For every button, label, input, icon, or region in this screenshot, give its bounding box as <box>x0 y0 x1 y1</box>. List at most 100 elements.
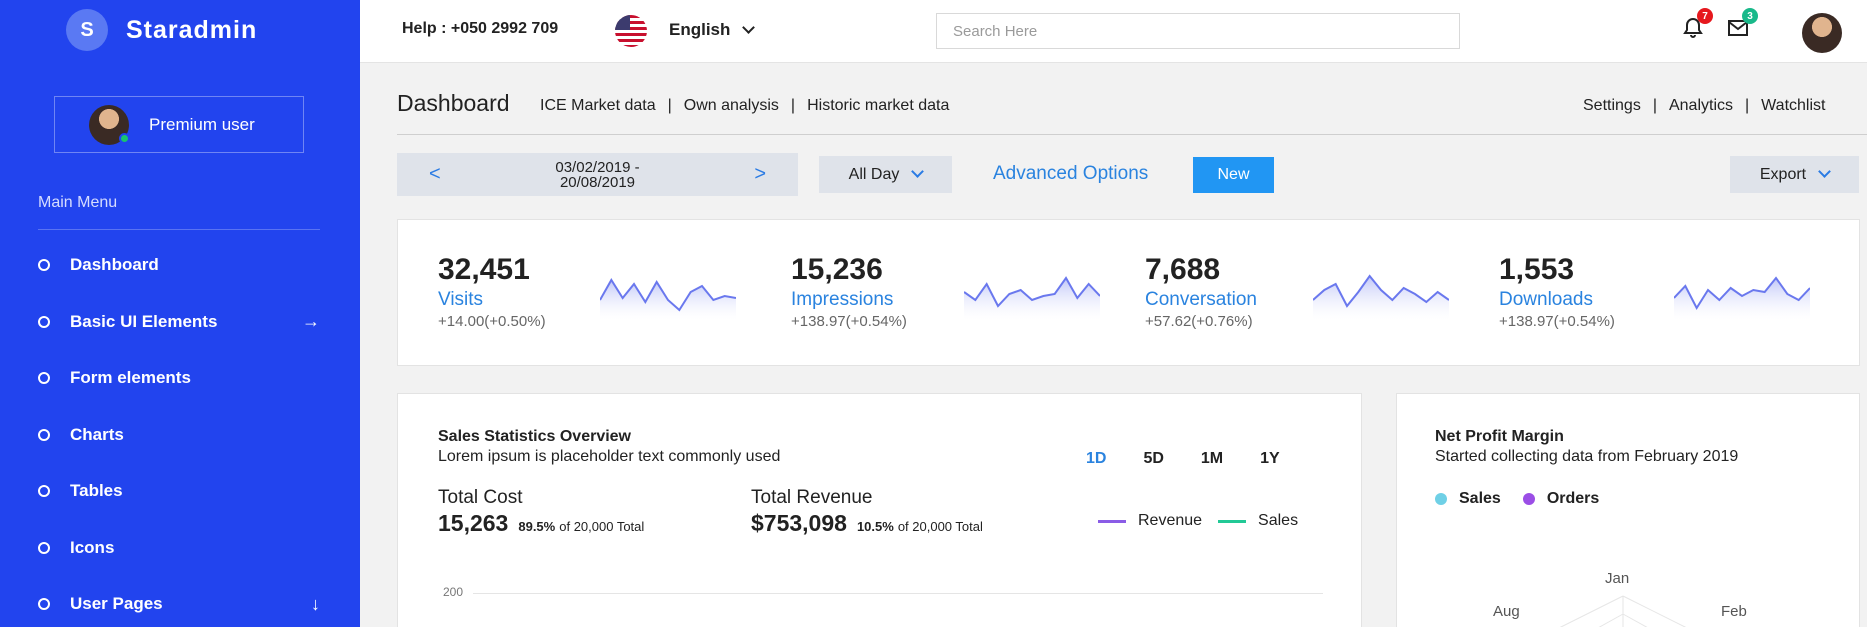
sidebar-item-icons[interactable]: Icons <box>38 520 320 577</box>
stat-conversation: 7,688 Conversation +57.62(+0.76%) <box>1145 253 1257 330</box>
avatar <box>89 104 130 145</box>
stat-value: 15,236 <box>791 253 883 286</box>
chevron-left-icon[interactable]: < <box>429 163 441 186</box>
messages-button[interactable]: 3 <box>1726 8 1758 40</box>
stats-card: 32,451 Visits +14.00(+0.50%) 15,236 Impr… <box>397 219 1860 366</box>
radar-label-feb: Feb <box>1721 603 1747 620</box>
revenue-legend-line <box>1098 519 1126 523</box>
stat-impressions: 15,236 Impressions +138.97(+0.54%) <box>791 253 907 330</box>
user-avatar[interactable] <box>1802 13 1842 53</box>
card-subtitle: Lorem ipsum is placeholder text commonly… <box>438 448 781 465</box>
arrow-down-icon: ↓ <box>311 593 320 614</box>
total-revenue: Total Revenue $753,098 10.5% of 20,000 T… <box>751 487 983 537</box>
sidebar-item-label: Dashboard <box>70 255 159 275</box>
circle-icon <box>38 598 50 611</box>
sparkline-downloads <box>1674 276 1810 320</box>
sidebar-item-label: User Pages <box>70 594 163 614</box>
sidebar-item-dashboard[interactable]: Dashboard <box>38 237 320 294</box>
user-name: Premium user <box>149 114 255 134</box>
link-analytics[interactable]: Analytics <box>1669 97 1733 115</box>
sidebar-item-label: Form elements <box>70 368 191 388</box>
sales-legend-line <box>1218 519 1247 523</box>
stat-visits: 32,451 Visits +14.00(+0.50%) <box>438 253 546 330</box>
total-cost: Total Cost 15,263 89.5% of 20,000 Total <box>438 487 644 537</box>
sidebar-menu: Dashboard Basic UI Elements → Form elemen… <box>38 237 320 627</box>
range-tab-1y[interactable]: 1Y <box>1260 450 1280 468</box>
radar-label-jan: Jan <box>1605 570 1630 587</box>
circle-icon <box>38 259 50 272</box>
header-links: ICE Market data | Own analysis | Histori… <box>540 97 949 115</box>
date-range-label[interactable]: 03/02/2019 - 20/08/2019 <box>533 160 663 190</box>
sidebar-item-label: Basic UI Elements <box>70 311 218 331</box>
advanced-options-link[interactable]: Advanced Options <box>993 163 1148 185</box>
legend-revenue: Revenue <box>1138 512 1203 529</box>
link-historic-market-data[interactable]: Historic market data <box>807 97 949 115</box>
sidebar-item-tables[interactable]: Tables <box>38 463 320 520</box>
stat-change: +57.62(+0.76%) <box>1145 313 1253 330</box>
sidebar-item-charts[interactable]: Charts <box>38 407 320 464</box>
circle-icon <box>38 541 50 554</box>
message-count-badge: 3 <box>1742 8 1758 24</box>
stat-value: 1,553 <box>1499 253 1575 286</box>
separator: | <box>790 97 796 114</box>
card-title: Net Profit Margin <box>1435 428 1564 445</box>
sidebar-item-form-elements[interactable]: Form elements <box>38 350 320 407</box>
chevron-down-icon <box>911 165 925 178</box>
circle-icon <box>38 485 50 498</box>
language-label: English <box>669 20 731 39</box>
online-status-dot <box>119 132 130 144</box>
link-settings[interactable]: Settings <box>1583 97 1641 115</box>
sidebar: S Staradmin Premium user Main Menu Dashb… <box>0 0 360 627</box>
range-tab-1m[interactable]: 1M <box>1201 450 1223 468</box>
chevron-down-icon <box>1818 165 1831 178</box>
stat-value: 32,451 <box>438 253 530 286</box>
metric-percent: 10.5% <box>856 519 894 534</box>
brand-logo: S <box>66 9 108 51</box>
brand-name: Staradmin <box>126 15 258 44</box>
divider <box>38 229 320 230</box>
legend-sales: Sales <box>1459 490 1501 507</box>
stat-change: +138.97(+0.54%) <box>791 313 907 330</box>
card-subtitle: Started collecting data from February 20… <box>1435 448 1739 465</box>
stat-label: Impressions <box>791 289 894 310</box>
brand[interactable]: S Staradmin <box>66 9 257 51</box>
metric-total: of 20,000 Total <box>897 519 983 534</box>
orders-legend-dot <box>1522 493 1535 505</box>
separator: | <box>1652 97 1657 114</box>
stat-change: +14.00(+0.50%) <box>438 313 546 330</box>
arrow-right-icon: → <box>302 311 320 332</box>
sparkline-conversation <box>1313 274 1449 320</box>
user-profile-card[interactable]: Premium user <box>54 96 304 153</box>
range-tabs: 1D 5D 1M 1Y <box>1086 450 1317 468</box>
sparkline-visits <box>600 278 736 320</box>
period-label: All Day <box>848 165 900 183</box>
sidebar-item-user-pages[interactable]: User Pages ↓ <box>38 576 320 627</box>
language-selector[interactable]: English <box>669 20 756 40</box>
legend-orders: Orders <box>1546 490 1600 507</box>
metric-value: $753,098 <box>751 510 847 536</box>
us-flag-icon[interactable] <box>615 15 647 47</box>
search-input[interactable] <box>936 13 1460 49</box>
circle-icon <box>38 315 50 328</box>
period-dropdown[interactable]: All Day <box>819 156 952 193</box>
net-profit-card: Net Profit Margin Started collecting dat… <box>1396 393 1860 627</box>
sparkline-area <box>1674 278 1810 320</box>
date-to: 20/08/2019 <box>559 173 636 191</box>
notification-count-badge: 7 <box>1697 8 1713 24</box>
chevron-right-icon[interactable]: > <box>754 163 766 186</box>
export-dropdown[interactable]: Export <box>1730 156 1859 193</box>
sparkline-impressions <box>964 276 1100 320</box>
sales-legend-dot <box>1435 493 1447 505</box>
link-ice-market-data[interactable]: ICE Market data <box>540 97 656 115</box>
range-tab-5d[interactable]: 5D <box>1143 450 1163 468</box>
new-button[interactable]: New <box>1193 157 1274 193</box>
notifications-button[interactable]: 7 <box>1681 8 1713 40</box>
sidebar-item-label: Tables <box>70 481 123 501</box>
link-watchlist[interactable]: Watchlist <box>1761 97 1825 115</box>
export-label: Export <box>1759 165 1807 183</box>
link-own-analysis[interactable]: Own analysis <box>684 97 779 115</box>
chevron-down-icon <box>742 20 756 34</box>
stat-value: 7,688 <box>1145 253 1221 286</box>
range-tab-1d[interactable]: 1D <box>1086 450 1106 468</box>
sidebar-item-basic-ui-elements[interactable]: Basic UI Elements → <box>38 294 320 351</box>
